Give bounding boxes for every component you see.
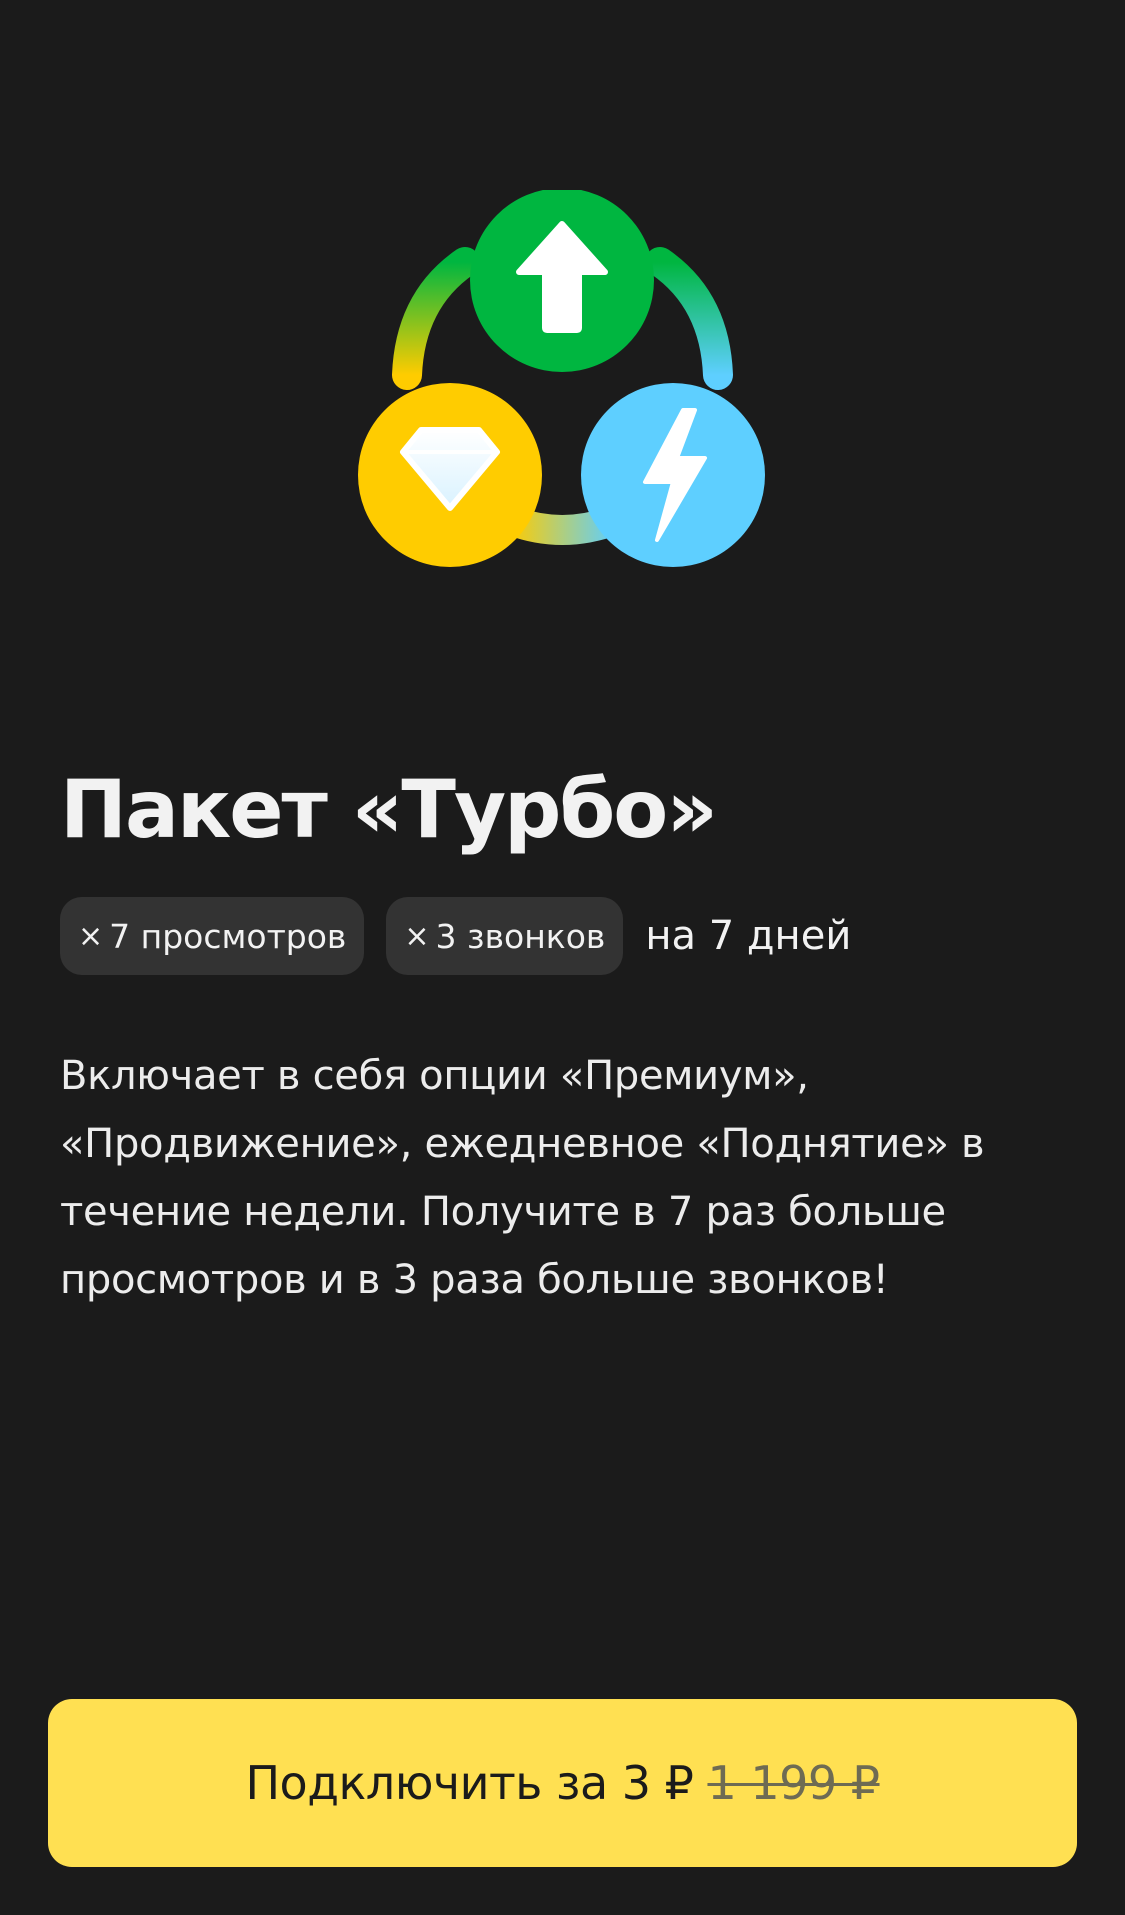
calls-multiplier-badge: × 3 звонков [386, 897, 624, 975]
multiplier-sign: × [78, 918, 104, 954]
diamond-icon [358, 383, 542, 567]
old-price: 1 199 ₽ [707, 1756, 880, 1810]
connect-package-button[interactable]: Подключить за 3 ₽ 1 199 ₽ [48, 1699, 1077, 1867]
arrow-up-icon [470, 190, 654, 372]
package-description: Включает в себя опции «Премиум», «Продви… [60, 1053, 985, 1303]
lightning-icon [581, 383, 765, 567]
ring-arc-left [392, 247, 480, 390]
package-title: Пакет «Турбо» [60, 763, 718, 856]
connect-button-label: Подключить за 3 ₽ [245, 1756, 694, 1810]
package-badges: × 7 просмотров × 3 звонков на 7 дней [60, 897, 851, 975]
multiplier-sign: × [404, 918, 430, 954]
turbo-package-illustration [355, 190, 770, 570]
ring-arc-right [645, 247, 733, 390]
views-multiplier-badge: × 7 просмотров [60, 897, 365, 975]
calls-multiplier-text: 3 звонков [435, 916, 606, 956]
package-period: на 7 дней [645, 913, 852, 959]
views-multiplier-text: 7 просмотров [109, 916, 347, 956]
package-screen: Пакет «Турбо» × 7 просмотров × 3 звонков… [0, 0, 1125, 1915]
